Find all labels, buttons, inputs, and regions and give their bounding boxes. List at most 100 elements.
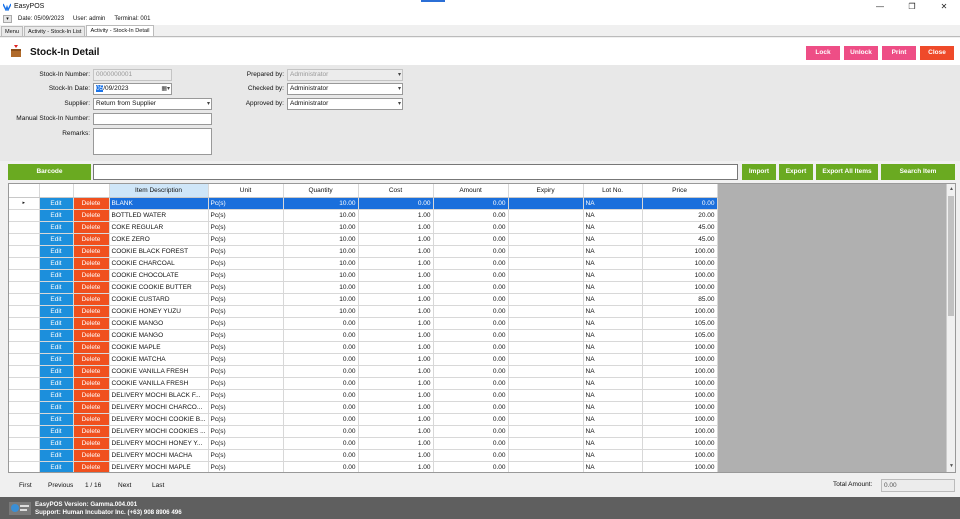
table-row[interactable]: Edit Delete COOKIE CHOCOLATE Pc(s) 10.00 1.00… [9, 269, 718, 282]
row-indicator[interactable] [9, 389, 40, 402]
manual-number-input[interactable] [93, 113, 212, 125]
row-indicator[interactable] [9, 305, 40, 318]
delete-row-button[interactable]: Delete [73, 293, 110, 306]
row-indicator[interactable] [9, 413, 40, 426]
edit-row-button[interactable]: Edit [39, 317, 74, 330]
row-indicator[interactable] [9, 437, 40, 450]
delete-row-button[interactable]: Delete [73, 233, 110, 246]
delete-row-button[interactable]: Delete [73, 245, 110, 258]
first-page-link[interactable]: First [19, 482, 32, 489]
close-window-button[interactable]: ✕ [928, 0, 960, 13]
previous-page-link[interactable]: Previous [48, 482, 73, 489]
scroll-down-icon[interactable]: ▼ [947, 462, 955, 471]
unlock-button[interactable]: Unlock [844, 46, 878, 60]
col-item-description[interactable]: Item Description [109, 184, 209, 198]
delete-row-button[interactable]: Delete [73, 317, 110, 330]
export-all-items-button[interactable]: Export All Items [816, 164, 878, 180]
export-button[interactable]: Export [779, 164, 813, 180]
delete-row-button[interactable]: Delete [73, 437, 110, 450]
row-indicator[interactable] [9, 293, 40, 306]
table-row[interactable]: Edit Delete BOTTLED WATER Pc(s) 10.00 1.00 0.0… [9, 209, 718, 222]
last-page-link[interactable]: Last [152, 482, 164, 489]
next-page-link[interactable]: Next [118, 482, 131, 489]
delete-row-button[interactable]: Delete [73, 341, 110, 354]
table-row[interactable]: ▸ Edit Delete BLANK Pc(s) 10.00 0.00 0.00 NA 0.00 [9, 197, 718, 210]
stockin-date-picker[interactable]: 05/09/2023 ▦▾ [93, 83, 172, 95]
edit-row-button[interactable]: Edit [39, 341, 74, 354]
delete-row-button[interactable]: Delete [73, 425, 110, 438]
row-indicator[interactable] [9, 377, 40, 390]
row-indicator[interactable] [9, 245, 40, 258]
table-row[interactable]: Edit Delete COOKIE HONEY YUZU Pc(s) 10.00 1.0… [9, 305, 718, 318]
delete-row-button[interactable]: Delete [73, 389, 110, 402]
delete-row-button[interactable]: Delete [73, 257, 110, 270]
table-row[interactable]: Edit Delete COOKIE CHARCOAL Pc(s) 10.00 1.00 0… [9, 257, 718, 270]
table-row[interactable]: Edit Delete COOKIE COOKIE BUTTER Pc(s) 10.00… [9, 281, 718, 294]
maximize-button[interactable]: ❐ [896, 0, 928, 13]
edit-row-button[interactable]: Edit [39, 233, 74, 246]
lock-button[interactable]: Lock [806, 46, 840, 60]
row-indicator[interactable] [9, 425, 40, 438]
approved-by-select[interactable]: Administrator ▾ [287, 98, 403, 110]
delete-row-button[interactable]: Delete [73, 377, 110, 390]
checked-by-select[interactable]: Administrator ▾ [287, 83, 403, 95]
row-indicator[interactable] [9, 281, 40, 294]
edit-row-button[interactable]: Edit [39, 329, 74, 342]
col-cost[interactable]: Cost [358, 184, 434, 198]
row-indicator[interactable] [9, 317, 40, 330]
table-row[interactable]: Edit Delete COOKIE CUSTARD Pc(s) 10.00 1.00 0.… [9, 293, 718, 306]
edit-row-button[interactable]: Edit [39, 413, 74, 426]
tab-stockin-list[interactable]: Activity - Stock-In List [24, 26, 86, 36]
edit-row-button[interactable]: Edit [39, 437, 74, 450]
row-indicator[interactable] [9, 269, 40, 282]
delete-row-button[interactable]: Delete [73, 209, 110, 222]
delete-row-button[interactable]: Delete [73, 449, 110, 462]
edit-row-button[interactable]: Edit [39, 461, 74, 472]
barcode-input[interactable] [93, 164, 738, 180]
import-button[interactable]: Import [742, 164, 776, 180]
row-indicator[interactable] [9, 257, 40, 270]
edit-row-button[interactable]: Edit [39, 221, 74, 234]
delete-row-button[interactable]: Delete [73, 401, 110, 414]
delete-row-button[interactable]: Delete [73, 305, 110, 318]
row-indicator[interactable]: ▸ [9, 197, 40, 210]
table-row[interactable]: Edit Delete DELIVERY MOCHI COOKIES ... Pc(s… [9, 425, 718, 438]
table-row[interactable]: Edit Delete DELIVERY MOCHI MAPLE Pc(s) 0.00 1… [9, 461, 718, 472]
row-indicator[interactable] [9, 221, 40, 234]
minimize-button[interactable]: — [864, 0, 896, 13]
table-row[interactable]: Edit Delete COOKIE VANILLA FRESH Pc(s) 0.00 1… [9, 365, 718, 378]
edit-row-button[interactable]: Edit [39, 353, 74, 366]
menu-dropdown-button[interactable]: ▾ [3, 15, 12, 23]
col-unit[interactable]: Unit [208, 184, 284, 198]
edit-row-button[interactable]: Edit [39, 281, 74, 294]
edit-row-button[interactable]: Edit [39, 305, 74, 318]
table-row[interactable]: Edit Delete DELIVERY MOCHI COOKIE B... Pc(s… [9, 413, 718, 426]
edit-row-button[interactable]: Edit [39, 209, 74, 222]
table-row[interactable]: Edit Delete COOKIE MATCHA Pc(s) 0.00 1.00 0.00… [9, 353, 718, 366]
row-indicator[interactable] [9, 233, 40, 246]
barcode-button[interactable]: Barcode [8, 164, 91, 180]
edit-row-button[interactable]: Edit [39, 257, 74, 270]
remarks-textarea[interactable] [93, 128, 212, 155]
table-row[interactable]: Edit Delete DELIVERY MOCHI CHARCO... Pc(s) 0… [9, 401, 718, 414]
row-indicator[interactable] [9, 365, 40, 378]
row-indicator[interactable] [9, 461, 40, 472]
table-row[interactable]: Edit Delete COOKIE BLACK FOREST Pc(s) 10.00 1… [9, 245, 718, 258]
table-row[interactable]: Edit Delete DELIVERY MOCHI BLACK F... Pc(s)… [9, 389, 718, 402]
row-indicator[interactable] [9, 341, 40, 354]
col-price[interactable]: Price [642, 184, 718, 198]
edit-row-button[interactable]: Edit [39, 245, 74, 258]
scroll-up-icon[interactable]: ▲ [947, 185, 955, 194]
scroll-thumb[interactable] [948, 196, 954, 316]
edit-row-button[interactable]: Edit [39, 269, 74, 282]
table-row[interactable]: Edit Delete COOKIE MANGO Pc(s) 0.00 1.00 0.00 N… [9, 329, 718, 342]
col-expiry[interactable]: Expiry [508, 184, 584, 198]
delete-row-button[interactable]: Delete [73, 197, 110, 210]
edit-row-button[interactable]: Edit [39, 377, 74, 390]
table-row[interactable]: Edit Delete COOKIE VANILLA FRESH Pc(s) 0.00 1… [9, 377, 718, 390]
table-row[interactable]: Edit Delete COKE ZERO Pc(s) 10.00 1.00 0.00 NA 4… [9, 233, 718, 246]
edit-row-button[interactable]: Edit [39, 365, 74, 378]
delete-row-button[interactable]: Delete [73, 281, 110, 294]
col-quantity[interactable]: Quantity [283, 184, 359, 198]
edit-row-button[interactable]: Edit [39, 449, 74, 462]
